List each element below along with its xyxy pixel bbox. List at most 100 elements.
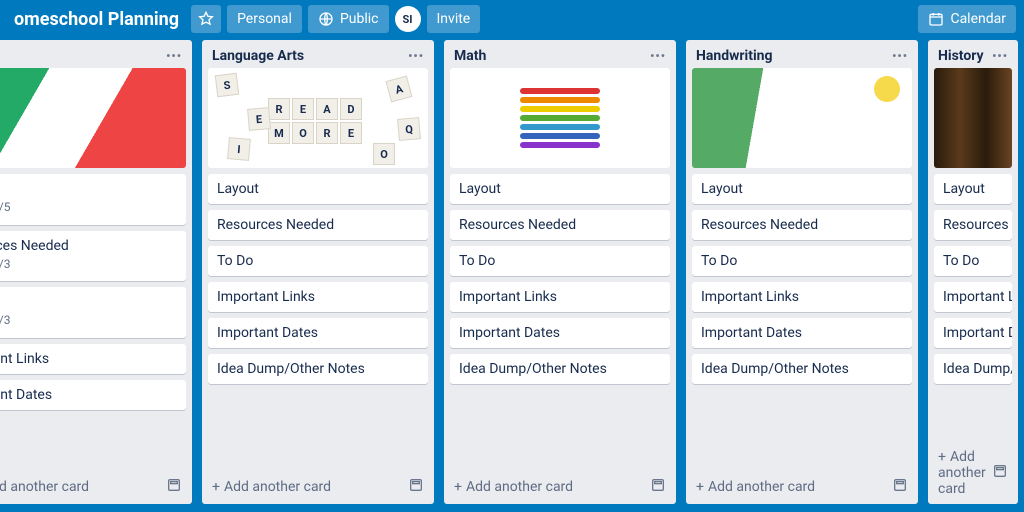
add-card-button[interactable]: +Add another card — [686, 470, 918, 504]
card-title: Layout — [459, 181, 661, 197]
board-header: omeschool Planning Personal Public SI In… — [0, 0, 1024, 38]
card[interactable]: Important Da — [934, 318, 1012, 348]
card[interactable]: Important Dates — [208, 318, 428, 348]
list-menu-button[interactable]: ••• — [992, 49, 1008, 63]
globe-icon — [318, 11, 334, 27]
list-menu-button[interactable]: ••• — [892, 49, 908, 63]
board: ence ••• out0/5ources Needed0/3Do0/3orta… — [0, 38, 1024, 512]
card-title: Layout — [943, 181, 1003, 197]
card-title: Idea Dump/Other Notes — [459, 361, 661, 377]
template-icon[interactable] — [892, 477, 908, 497]
card[interactable]: Important Links — [208, 282, 428, 312]
card[interactable]: Resources N — [934, 210, 1012, 240]
card[interactable]: Resources Needed — [692, 210, 912, 240]
card-title: Resources N — [943, 217, 1003, 233]
cards-container: Layout Resources Needed To Do Important Lin… — [686, 174, 918, 470]
card-title: Do — [0, 294, 177, 310]
public-button[interactable]: Public — [308, 5, 389, 33]
list: ence ••• out0/5ources Needed0/3Do0/3orta… — [0, 40, 192, 504]
card-title: Resources Needed — [701, 217, 903, 233]
plus-icon: + — [212, 479, 220, 495]
card-title: out — [0, 181, 177, 197]
card[interactable]: Layout — [208, 174, 428, 204]
calendar-button[interactable]: Calendar — [918, 5, 1016, 33]
list-menu-button[interactable]: ••• — [166, 49, 182, 63]
card[interactable]: To Do — [692, 246, 912, 276]
add-card-button[interactable]: +Add another card — [444, 470, 676, 504]
card[interactable]: Important Links — [692, 282, 912, 312]
card[interactable]: ources Needed 0/3 — [0, 231, 186, 282]
template-icon[interactable] — [992, 463, 1008, 483]
cover-image — [934, 68, 1012, 168]
personal-button[interactable]: Personal — [227, 5, 302, 33]
star-icon — [198, 11, 214, 27]
card-title: ources Needed — [0, 238, 177, 254]
card[interactable]: Important Links — [450, 282, 670, 312]
list-menu-button[interactable]: ••• — [408, 49, 424, 63]
card-title: ortant Dates — [0, 387, 177, 403]
list-title[interactable]: Math — [454, 48, 486, 64]
card[interactable]: Do0/3 — [0, 287, 186, 338]
card-title: Idea Dump/Other Notes — [217, 361, 419, 377]
add-card-button[interactable]: +Add another card — [202, 470, 434, 504]
cards-container: out 0/5 ources Needed 0/3 Do0/3 ortant Links o… — [0, 174, 192, 470]
template-icon[interactable] — [408, 477, 424, 497]
card[interactable]: Important Dates — [692, 318, 912, 348]
card-title: Idea Dump/Other Notes — [701, 361, 903, 377]
card[interactable]: To Do — [208, 246, 428, 276]
cover-image — [450, 68, 670, 168]
card[interactable]: Resources Needed — [208, 210, 428, 240]
list: History ••• Layout Resources N To Do Import… — [928, 40, 1018, 504]
card[interactable]: Layout — [934, 174, 1012, 204]
checklist-badge: 0/3 — [0, 257, 10, 271]
card[interactable]: Idea Dump/Other Notes — [208, 354, 428, 384]
card[interactable]: Idea Dump/Other Notes — [450, 354, 670, 384]
invite-button[interactable]: Invite — [427, 5, 481, 33]
card-title: Layout — [217, 181, 419, 197]
checklist-badge: 0/5 — [0, 200, 10, 214]
plus-icon: + — [696, 479, 704, 495]
card-title: To Do — [943, 253, 1003, 269]
card-title: Resources Needed — [217, 217, 419, 233]
cover-image — [692, 68, 912, 168]
cards-container: Layout Resources Needed To Do Important Lin… — [444, 174, 676, 470]
template-icon[interactable] — [650, 477, 666, 497]
card[interactable]: ortant Dates — [0, 380, 186, 410]
card-title: Important Links — [217, 289, 419, 305]
card[interactable]: Important Dates — [450, 318, 670, 348]
card-title: Important Dates — [217, 325, 419, 341]
card[interactable]: ortant Links — [0, 344, 186, 374]
card-title: Important Dates — [701, 325, 903, 341]
plus-icon: + — [938, 449, 946, 465]
calendar-label: Calendar — [950, 11, 1006, 27]
card-title: Important Links — [701, 289, 903, 305]
card-title: Layout — [701, 181, 903, 197]
public-label: Public — [340, 11, 379, 27]
list: Math ••• Layout Resources Needed To Do Impo… — [444, 40, 676, 504]
cover-image — [0, 68, 186, 168]
card[interactable]: Idea Dump/Other Notes — [692, 354, 912, 384]
list-title[interactable]: History — [938, 48, 984, 64]
add-card-button[interactable]: +Add another card — [928, 442, 1018, 504]
list: Language Arts ••• READMORESAIOEQ Layout R… — [202, 40, 434, 504]
card[interactable]: To Do — [934, 246, 1012, 276]
card-title: To Do — [459, 253, 661, 269]
star-button[interactable] — [191, 5, 221, 33]
board-title[interactable]: omeschool Planning — [8, 9, 185, 30]
card[interactable]: To Do — [450, 246, 670, 276]
card[interactable]: Layout — [692, 174, 912, 204]
card-title: ortant Links — [0, 351, 177, 367]
card[interactable]: Layout — [450, 174, 670, 204]
list-title[interactable]: Handwriting — [696, 48, 773, 64]
card[interactable]: Idea Dump/O — [934, 354, 1012, 384]
list-menu-button[interactable]: ••• — [650, 49, 666, 63]
template-icon[interactable] — [166, 477, 182, 497]
add-card-button[interactable]: +Add another card — [0, 470, 192, 504]
list-title[interactable]: Language Arts — [212, 48, 304, 64]
card[interactable]: Resources Needed — [450, 210, 670, 240]
card[interactable]: Important Lin — [934, 282, 1012, 312]
calendar-icon — [928, 11, 944, 27]
card[interactable]: out 0/5 — [0, 174, 186, 225]
avatar[interactable]: SI — [395, 6, 421, 32]
cover-image: READMORESAIOEQ — [208, 68, 428, 168]
